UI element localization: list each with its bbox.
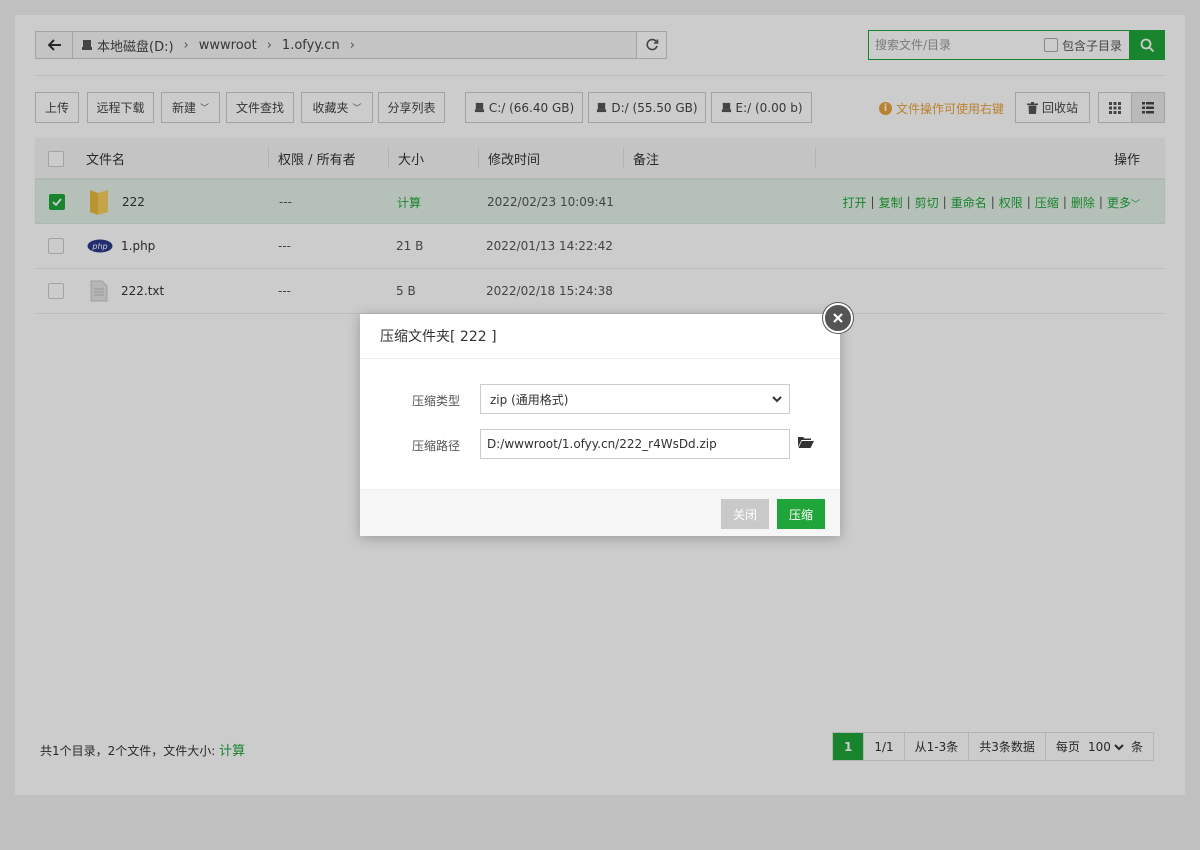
compress-type-value: zip (通用格式) bbox=[490, 392, 569, 407]
compress-dialog: 压缩文件夹[ 222 ] 压缩类型 zip (通用格式) 压缩路径 关闭 压缩 bbox=[360, 303, 853, 536]
dialog-title: 压缩文件夹[ 222 ] bbox=[360, 314, 840, 359]
compress-button[interactable]: 压缩 bbox=[777, 499, 825, 529]
compress-path-label: 压缩路径 bbox=[412, 439, 461, 453]
close-button[interactable]: 关闭 bbox=[721, 499, 769, 529]
dialog-footer: 关闭 压缩 bbox=[360, 489, 840, 536]
close-icon bbox=[833, 313, 843, 323]
chevron-down-icon bbox=[772, 396, 782, 403]
dialog-close-button[interactable] bbox=[823, 303, 853, 333]
folder-open-icon[interactable] bbox=[798, 436, 814, 453]
compress-type-select[interactable]: zip (通用格式) bbox=[480, 384, 790, 414]
compress-path-input[interactable] bbox=[480, 429, 790, 459]
compress-type-label: 压缩类型 bbox=[412, 394, 461, 408]
